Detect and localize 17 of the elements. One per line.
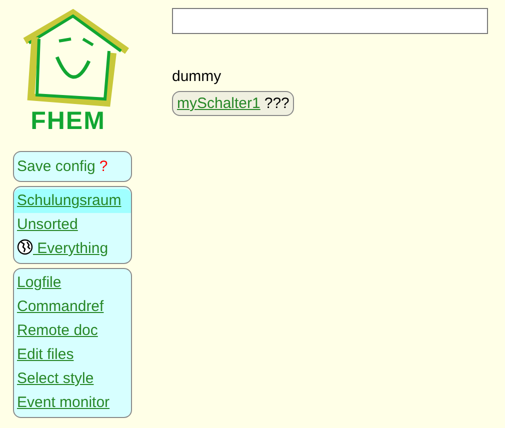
room-link[interactable]: Schulungsraum [14, 189, 131, 213]
menu-link[interactable]: Event monitor [14, 391, 131, 415]
group-title: dummy [172, 68, 222, 85]
room-link[interactable]: Unsorted [14, 213, 131, 237]
globe-icon [17, 239, 33, 255]
device-link[interactable]: mySchalter1 [177, 95, 260, 112]
command-field[interactable] [172, 8, 488, 34]
menu-link[interactable]: Remote doc [14, 319, 131, 343]
save-config-link[interactable]: Save config [17, 158, 96, 175]
device-state: ??? [264, 95, 290, 112]
menu-link[interactable]: Select style [14, 367, 131, 391]
logo-text: FHEM [30, 107, 106, 136]
menu-link[interactable]: Commandref [14, 295, 131, 319]
menu-link[interactable]: Edit files [14, 343, 131, 367]
unsaved-indicator: ? [99, 158, 108, 175]
menu-link[interactable]: Logfile [14, 271, 131, 295]
room-link[interactable]: Everything [14, 237, 131, 261]
